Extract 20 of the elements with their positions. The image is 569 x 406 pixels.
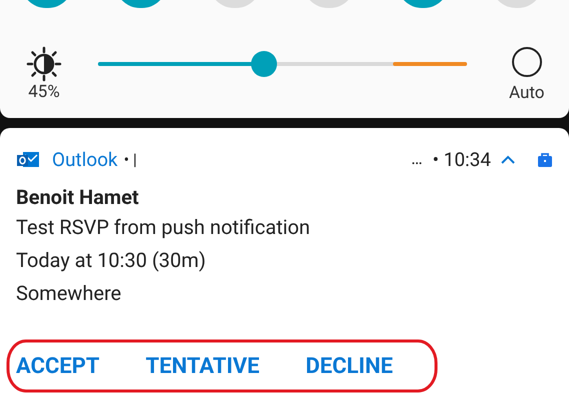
auto-toggle[interactable] (512, 47, 542, 77)
action-button[interactable]: ACCEPT (16, 350, 100, 382)
event-detail: Somewhere (16, 280, 122, 307)
briefcase-icon (537, 152, 553, 168)
brightness-percent: 45% (28, 84, 60, 101)
brightness-slider[interactable] (98, 51, 467, 77)
mail-icon (16, 150, 40, 170)
action-button[interactable]: DECLINE (306, 350, 393, 382)
slider-thumb[interactable] (251, 51, 278, 77)
app-name: Outlook (52, 146, 118, 173)
event-detail: Test RSVP from push notification (16, 214, 312, 241)
header-separator: • | (124, 149, 137, 171)
event-detail: Today at 10:30 (30m) (16, 247, 207, 274)
auto-label: Auto (509, 85, 544, 102)
caret-icon[interactable] (501, 155, 515, 165)
event-organizer: Benoit Hamet (16, 184, 140, 211)
brightness-icon (26, 46, 62, 82)
ellipsis: … (411, 148, 423, 172)
notification-time: • 10:34 (432, 146, 491, 173)
action-button[interactable]: TENTATIVE (146, 350, 260, 382)
